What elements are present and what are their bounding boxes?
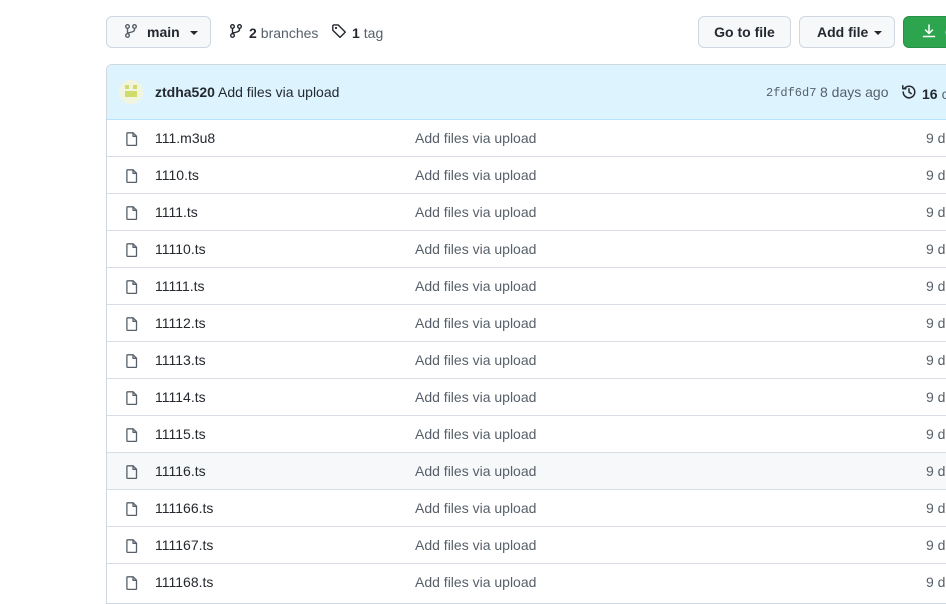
go-to-file-button[interactable]: Go to file: [698, 16, 791, 48]
file-commit-date: 9 d: [926, 500, 946, 516]
commit-sha[interactable]: 2fdf6d7: [766, 86, 816, 100]
commit-message[interactable]: Add files via upload: [218, 84, 339, 100]
file-commit-date: 9 d: [926, 389, 946, 405]
branch-name: main: [147, 24, 180, 40]
file-commit-message[interactable]: Add files via upload: [415, 463, 536, 479]
add-file-label: Add file: [817, 24, 869, 40]
file-name-link[interactable]: 11115.ts: [155, 426, 206, 442]
tag-icon: [331, 23, 347, 42]
add-file-button[interactable]: Add file: [799, 16, 895, 48]
git-branch-icon: [228, 23, 244, 42]
tags-count: 1: [352, 24, 360, 41]
file-commit-message[interactable]: Add files via upload: [415, 204, 536, 220]
file-commit-message[interactable]: Add files via upload: [415, 500, 536, 516]
file-row[interactable]: 11112.ts Add files via upload 9 d: [107, 304, 946, 341]
file-commit-message[interactable]: Add files via upload: [415, 574, 536, 590]
git-branch-icon: [123, 23, 139, 42]
file-name-link[interactable]: 111.m3u8: [155, 130, 215, 146]
file-row[interactable]: 111166.ts Add files via upload 9 d: [107, 489, 946, 526]
latest-commit-bar: ztdha520 Add files via upload 2fdf6d7 8 …: [107, 65, 946, 120]
file-commit-date: 9 d: [926, 278, 946, 294]
branch-select-button[interactable]: main: [106, 16, 211, 48]
file-list: 111.m3u8 Add files via upload 9 d 1110.ts Ad…: [107, 120, 946, 600]
code-button[interactable]: C: [903, 16, 946, 48]
file-row[interactable]: 11114.ts Add files via upload 9 d: [107, 378, 946, 415]
file-commit-message[interactable]: Add files via upload: [415, 389, 536, 405]
file-name-link[interactable]: 11112.ts: [155, 315, 206, 331]
file-commit-message[interactable]: Add files via upload: [415, 352, 536, 368]
file-commit-message[interactable]: Add files via upload: [415, 426, 536, 442]
tags-link[interactable]: 1 tag: [331, 23, 383, 42]
commits-label: c: [942, 86, 946, 102]
file-row[interactable]: 11116.ts Add files via upload 9 d: [107, 452, 946, 489]
file-icon: [124, 205, 140, 224]
commit-author[interactable]: ztdha520: [155, 84, 215, 100]
file-commit-message[interactable]: Add files via upload: [415, 241, 536, 257]
file-commit-date: 9 d: [926, 315, 946, 331]
file-icon: [124, 131, 140, 150]
file-name-link[interactable]: 1111.ts: [155, 204, 198, 220]
file-icon: [124, 464, 140, 483]
file-name-link[interactable]: 111167.ts: [155, 537, 213, 553]
file-name-link[interactable]: 111168.ts: [155, 574, 213, 590]
file-name-link[interactable]: 11111.ts: [155, 278, 205, 294]
file-commit-message[interactable]: Add files via upload: [415, 167, 536, 183]
file-commit-message[interactable]: Add files via upload: [415, 315, 536, 331]
file-commit-date: 9 d: [926, 352, 946, 368]
avatar[interactable]: [119, 80, 143, 104]
file-commit-date: 9 d: [926, 130, 946, 146]
file-name-link[interactable]: 11114.ts: [155, 389, 206, 405]
commits-count: 16: [922, 85, 938, 102]
repo-toolbar: main 2 branches 1 tag Go to file Add fil…: [0, 0, 946, 64]
file-icon: [124, 390, 140, 409]
file-row[interactable]: 111167.ts Add files via upload 9 d: [107, 526, 946, 563]
file-commit-date: 9 d: [926, 426, 946, 442]
branches-label: branches: [260, 24, 319, 41]
history-icon: [901, 84, 917, 103]
file-icon: [124, 316, 140, 335]
file-icon: [124, 242, 140, 261]
file-icon: [124, 427, 140, 446]
commit-time: 8 days ago: [820, 84, 889, 100]
file-icon: [124, 501, 140, 520]
file-row[interactable]: 111168.ts Add files via upload 9 d: [107, 563, 946, 600]
branches-link[interactable]: 2 branches: [228, 23, 318, 42]
branches-count: 2: [249, 24, 257, 41]
file-name-link[interactable]: 1110.ts: [155, 167, 199, 183]
file-row[interactable]: 11110.ts Add files via upload 9 d: [107, 230, 946, 267]
file-row[interactable]: 1111.ts Add files via upload 9 d: [107, 193, 946, 230]
file-commit-message[interactable]: Add files via upload: [415, 278, 536, 294]
file-commit-date: 9 d: [926, 241, 946, 257]
tags-label: tag: [363, 24, 384, 41]
file-name-link[interactable]: 11110.ts: [155, 241, 206, 257]
file-row[interactable]: 11113.ts Add files via upload 9 d: [107, 341, 946, 378]
file-row[interactable]: 1110.ts Add files via upload 9 d: [107, 156, 946, 193]
caret-down-icon: [874, 31, 883, 35]
file-icon: [124, 353, 140, 372]
file-commit-date: 9 d: [926, 204, 946, 220]
file-icon: [124, 279, 140, 298]
file-row[interactable]: 11111.ts Add files via upload 9 d: [107, 267, 946, 304]
file-row[interactable]: 111.m3u8 Add files via upload 9 d: [107, 120, 946, 156]
file-commit-date: 9 d: [926, 537, 946, 553]
file-icon: [124, 168, 140, 187]
caret-down-icon: [189, 31, 198, 35]
download-icon: [921, 23, 937, 42]
file-icon: [124, 575, 140, 594]
file-row[interactable]: 11115.ts Add files via upload 9 d: [107, 415, 946, 452]
file-commit-date: 9 d: [926, 167, 946, 183]
file-name-link[interactable]: 11116.ts: [155, 463, 206, 479]
file-commit-message[interactable]: Add files via upload: [415, 130, 536, 146]
file-browser: ztdha520 Add files via upload 2fdf6d7 8 …: [106, 64, 946, 604]
commits-link[interactable]: 16 c: [901, 84, 946, 103]
file-commit-date: 9 d: [926, 463, 946, 479]
file-name-link[interactable]: 111166.ts: [155, 500, 213, 516]
file-commit-message[interactable]: Add files via upload: [415, 537, 536, 553]
file-commit-date: 9 d: [926, 574, 946, 590]
file-icon: [124, 538, 140, 557]
file-name-link[interactable]: 11113.ts: [155, 352, 206, 368]
